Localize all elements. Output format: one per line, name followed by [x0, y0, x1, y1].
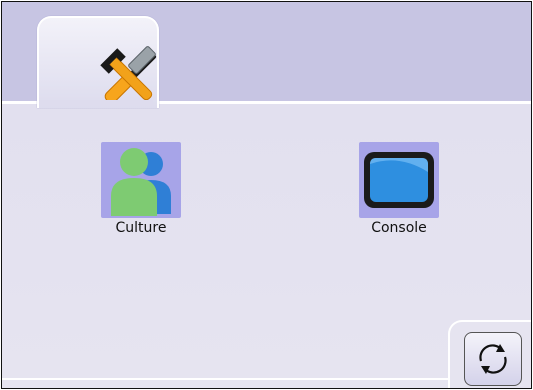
- sync-icon: [479, 344, 507, 374]
- culture-label: Culture: [115, 220, 167, 236]
- app-culture[interactable]: Culture: [81, 142, 201, 236]
- app-console[interactable]: Console: [339, 142, 459, 236]
- tab-join: [39, 100, 153, 106]
- sync-button[interactable]: [464, 332, 522, 386]
- console-label: Console: [371, 220, 427, 236]
- users-icon: [111, 148, 171, 216]
- culture-tile[interactable]: [101, 142, 181, 218]
- monitor-icon: [364, 152, 434, 208]
- tab-tools[interactable]: [37, 16, 159, 108]
- console-tile[interactable]: [359, 142, 439, 218]
- window: Culture Console: [1, 1, 532, 389]
